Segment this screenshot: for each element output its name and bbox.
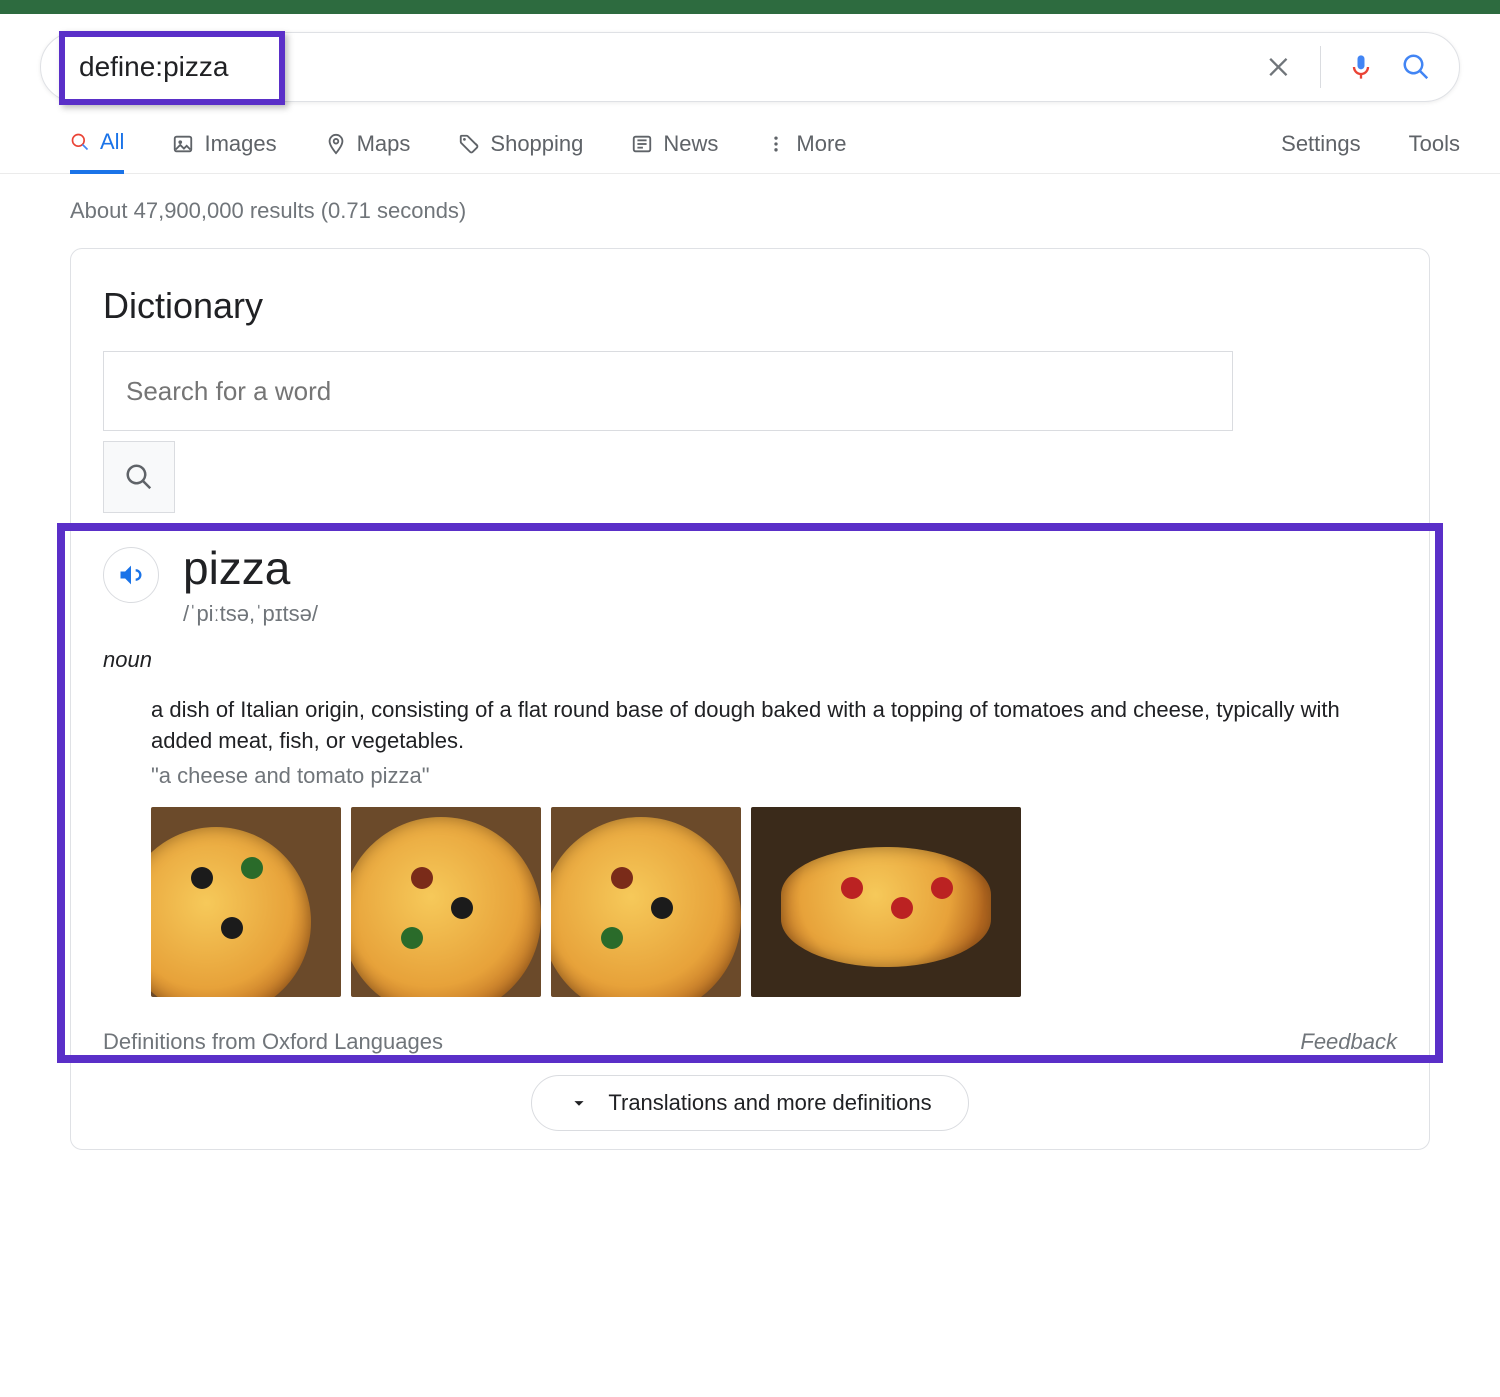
thumbnail-2[interactable] [351,807,541,997]
search-box[interactable] [40,32,1460,102]
feedback-link[interactable]: Feedback [1300,1029,1397,1055]
example-usage: "a cheese and tomato pizza" [103,763,1397,789]
dictionary-title: Dictionary [103,285,1397,327]
tab-more-label: More [796,131,846,157]
more-definitions-button[interactable]: Translations and more definitions [531,1075,968,1131]
search-icon[interactable] [1401,52,1431,82]
tools-link[interactable]: Tools [1409,131,1460,157]
voice-search-icon[interactable] [1347,49,1375,85]
chevron-down-icon [568,1092,590,1114]
dictionary-search-button[interactable] [103,441,175,513]
image-thumbnails [103,807,1397,997]
dictionary-search-input[interactable] [103,351,1233,431]
separator [1320,46,1321,88]
tab-shopping[interactable]: Shopping [458,114,583,174]
search-tabs: All Images Maps Shopping News More Setti… [0,114,1500,174]
tab-news-label: News [663,131,718,157]
phonetic: /ˈpiːtsə,ˈpɪtsə/ [183,601,318,627]
settings-link[interactable]: Settings [1281,131,1361,157]
more-definitions-label: Translations and more definitions [608,1090,931,1116]
tab-shopping-label: Shopping [490,131,583,157]
tab-maps[interactable]: Maps [325,114,411,174]
results-stats: About 47,900,000 results (0.71 seconds) [0,174,1500,248]
tab-maps-label: Maps [357,131,411,157]
window-top-strip [0,0,1500,14]
tab-images-label: Images [204,131,276,157]
dictionary-card: Dictionary pizza /ˈpiːtsə,ˈpɪtsə/ noun a… [70,248,1430,1150]
tab-news[interactable]: News [631,114,718,174]
pronounce-button[interactable] [103,547,159,603]
clear-icon[interactable] [1266,53,1294,81]
definition-text: a dish of Italian origin, consisting of … [103,695,1397,757]
tab-all[interactable]: All [70,114,124,174]
tab-more[interactable]: More [766,114,846,174]
thumbnail-3[interactable] [551,807,741,997]
headword: pizza [183,541,318,595]
thumbnail-1[interactable] [151,807,341,997]
tab-all-label: All [100,129,124,155]
definitions-source: Definitions from Oxford Languages [103,1029,443,1055]
part-of-speech: noun [103,647,1397,673]
tab-images[interactable]: Images [172,114,276,174]
thumbnail-4[interactable] [751,807,1021,997]
search-input[interactable] [69,51,1266,83]
